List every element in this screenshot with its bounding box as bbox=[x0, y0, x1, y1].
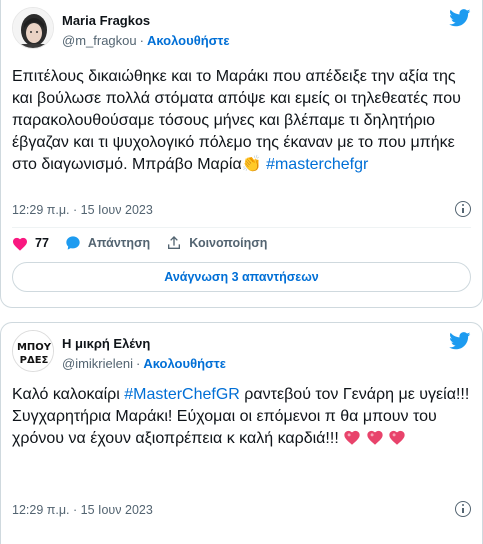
twitter-bird-icon[interactable] bbox=[449, 9, 471, 27]
tweet-text-line: Καλό καλοκαίρι #MasterChefGR ραντεβού το… bbox=[12, 384, 472, 406]
tweet-text-main: Επιτέλους δικαιώθηκε και το Μαράκι που α… bbox=[12, 68, 461, 173]
timestamp[interactable]: 12:29 π.μ. · 15 Ιουν 2023 bbox=[12, 203, 153, 217]
reply-label: Απάντηση bbox=[87, 236, 151, 250]
separator-dot: · bbox=[136, 356, 141, 371]
speech-bubble-icon bbox=[66, 236, 80, 250]
tweet-text-part: Καλό καλοκαίρι bbox=[12, 386, 125, 403]
timestamp[interactable]: 12:29 π.μ. · 15 Ιουν 2023 bbox=[12, 503, 153, 517]
avatar-text-bottom: ΡΔΕΣ bbox=[20, 355, 49, 366]
author-name[interactable]: Η μικρή Ελένη bbox=[62, 336, 150, 351]
hashtag-link[interactable]: #MasterChefGR bbox=[124, 386, 240, 403]
avatar[interactable] bbox=[12, 7, 54, 49]
read-replies-button[interactable]: Ανάγνωση 3 απαντήσεων bbox=[12, 262, 471, 292]
follow-button[interactable]: Ακολουθήστε bbox=[143, 356, 226, 371]
author-handle[interactable]: @imikrieleni bbox=[62, 356, 133, 371]
tweet-text-part: ραντεβού τον Γενάρη με υγεία!!! bbox=[239, 386, 470, 403]
sparkling-heart-emoji bbox=[367, 430, 383, 445]
share-upload-icon bbox=[168, 236, 181, 249]
heart-icon bbox=[13, 237, 27, 251]
action-bar: 77 Απάντηση Κοινοποίηση bbox=[12, 232, 283, 254]
info-icon[interactable] bbox=[455, 501, 471, 517]
author-handle[interactable]: @m_fragkou bbox=[62, 33, 137, 48]
avatar-text-top: ΜΠΟΥ bbox=[17, 342, 52, 353]
avatar-photo bbox=[13, 8, 53, 48]
avatar-logo: ΜΠΟΥ ΡΔΕΣ bbox=[13, 331, 53, 371]
twitter-bird-icon[interactable] bbox=[449, 332, 471, 350]
author-name[interactable]: Maria Fragkos bbox=[62, 13, 150, 28]
like-button[interactable]: 77 bbox=[12, 236, 49, 251]
share-label: Κοινοποίηση bbox=[189, 236, 268, 250]
separator-dot: · bbox=[139, 33, 144, 48]
like-count: 77 bbox=[35, 236, 49, 250]
reply-button[interactable]: Απάντηση bbox=[65, 235, 150, 251]
hashtag-link[interactable]: #masterchefgr bbox=[266, 156, 368, 173]
tweet-text-line: Συγχαρητήρια Μαράκι! Εύχομαι οι επόμενοι… bbox=[12, 406, 472, 450]
tweet-text: Επιτέλους δικαιώθηκε και το Μαράκι που α… bbox=[12, 66, 472, 176]
sparkling-heart-emoji bbox=[344, 430, 360, 445]
clapping-hands-emoji: 👏 bbox=[241, 156, 262, 173]
tweet-text: Καλό καλοκαίρι #MasterChefGR ραντεβού το… bbox=[12, 384, 472, 450]
share-button[interactable]: Κοινοποίηση bbox=[166, 235, 267, 251]
author-handle-line: @imikrieleni · Ακολουθήστε bbox=[62, 356, 226, 371]
divider bbox=[12, 227, 471, 228]
sparkling-heart-emoji bbox=[389, 430, 405, 445]
author-handle-line: @m_fragkou · Ακολουθήστε bbox=[62, 33, 230, 48]
info-icon[interactable] bbox=[455, 201, 471, 217]
follow-button[interactable]: Ακολουθήστε bbox=[147, 33, 230, 48]
avatar[interactable]: ΜΠΟΥ ΡΔΕΣ bbox=[12, 330, 54, 372]
